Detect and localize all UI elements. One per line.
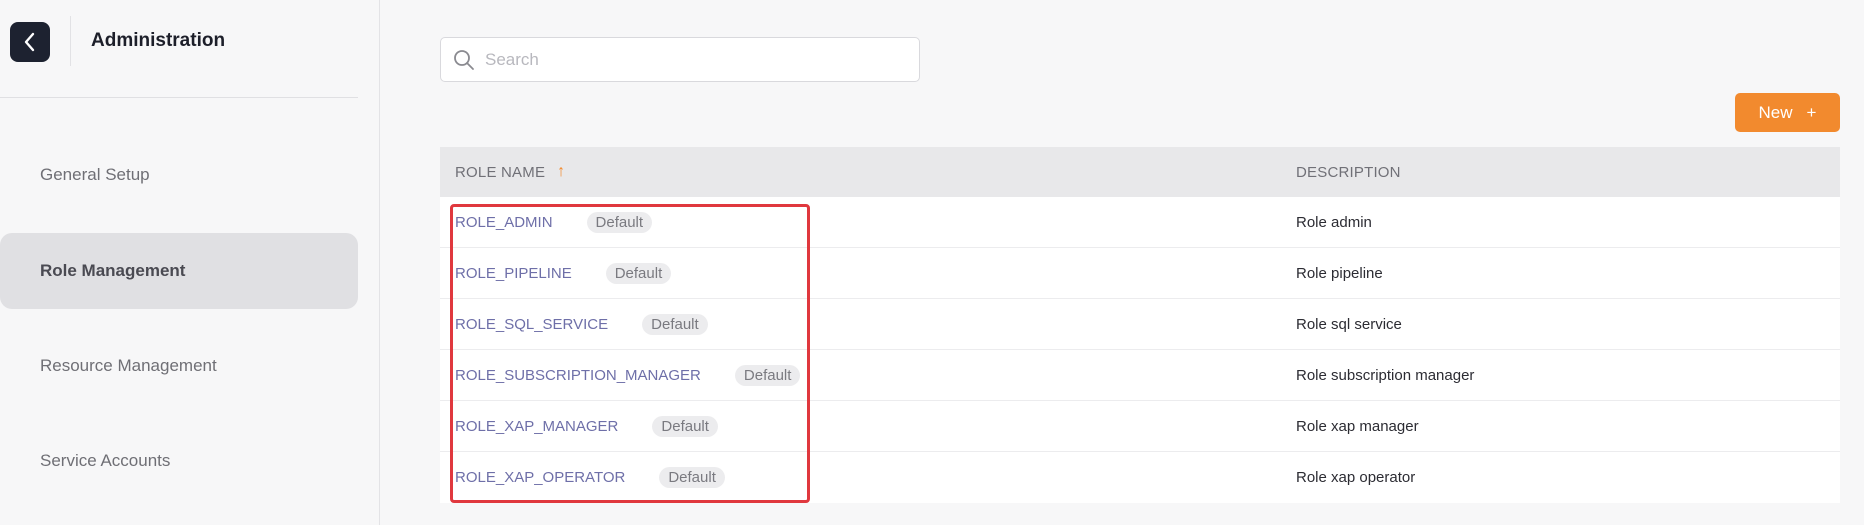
role-link[interactable]: ROLE_SQL_SERVICE [455,316,608,333]
table-row: ROLE_XAP_OPERATOR Default Role xap opera… [440,452,1840,503]
search-box [440,37,920,82]
role-link[interactable]: ROLE_PIPELINE [455,265,572,282]
default-badge: Default [652,415,718,437]
sidebar-item-role-management[interactable]: Role Management [0,233,358,309]
sidebar-item-label: General Setup [40,165,150,184]
header-divider [70,16,71,66]
sidebar-header: Administration [0,0,358,98]
table-header: ROLE NAME ↑ DESCRIPTION [440,147,1840,197]
sidebar-item-label: Resource Management [40,356,217,375]
description-cell: Role sql service [1296,315,1402,333]
roles-table: ROLE NAME ↑ DESCRIPTION ROLE_ADMIN Defau… [440,147,1840,503]
plus-icon: + [1806,102,1817,122]
role-link[interactable]: ROLE_XAP_OPERATOR [455,469,625,486]
role-cell: ROLE_SUBSCRIPTION_MANAGER Default [440,364,1296,386]
description-cell: Role pipeline [1296,264,1383,282]
search-icon [454,49,474,70]
default-badge: Default [642,313,708,335]
role-link[interactable]: ROLE_ADMIN [455,214,553,231]
column-header-role-name[interactable]: ROLE NAME ↑ [440,163,1296,181]
search-input[interactable] [485,49,905,70]
default-badge: Default [586,211,653,233]
chevron-left-icon [24,32,35,52]
sort-ascending-icon[interactable]: ↑ [557,163,565,181]
sidebar-item-general-setup[interactable]: General Setup [0,137,358,213]
sidebar-title: Administration [91,30,226,51]
role-cell: ROLE_ADMIN Default [440,211,1296,233]
default-badge: Default [605,262,672,284]
table-row: ROLE_PIPELINE Default Role pipeline [440,248,1840,299]
table-row: ROLE_SQL_SERVICE Default Role sql servic… [440,299,1840,350]
table-row: ROLE_SUBSCRIPTION_MANAGER Default Role s… [440,350,1840,401]
sidebar: Administration General Setup Role Manage… [0,0,380,525]
role-cell: ROLE_XAP_MANAGER Default [440,415,1296,437]
description-cell: Role xap operator [1296,469,1416,486]
column-header-label: DESCRIPTION [1296,163,1401,181]
app-window: Administration General Setup Role Manage… [0,0,1864,525]
role-link[interactable]: ROLE_SUBSCRIPTION_MANAGER [455,367,701,384]
table-row: ROLE_ADMIN Default Role admin [440,197,1840,248]
default-badge: Default [734,364,801,386]
description-cell: Role admin [1296,213,1372,231]
new-button[interactable]: New + [1735,93,1840,132]
role-cell: ROLE_PIPELINE Default [440,262,1296,284]
column-header-label: ROLE NAME [455,163,546,181]
new-button-label: New [1758,102,1793,122]
role-cell: ROLE_XAP_OPERATOR Default [440,467,1296,488]
table-row: ROLE_XAP_MANAGER Default Role xap manage… [440,401,1840,452]
back-button[interactable] [10,22,50,62]
description-cell: Role xap manager [1296,417,1419,435]
default-badge: Default [659,467,725,488]
sidebar-item-service-accounts[interactable]: Service Accounts [0,423,358,499]
column-header-description: DESCRIPTION [1296,164,1840,181]
role-link[interactable]: ROLE_XAP_MANAGER [455,418,618,435]
sidebar-item-resource-management[interactable]: Resource Management [0,328,358,404]
sidebar-item-label: Service Accounts [40,451,171,470]
sidebar-item-label: Role Management [40,261,186,280]
description-cell: Role subscription manager [1296,366,1475,384]
role-cell: ROLE_SQL_SERVICE Default [440,313,1296,335]
